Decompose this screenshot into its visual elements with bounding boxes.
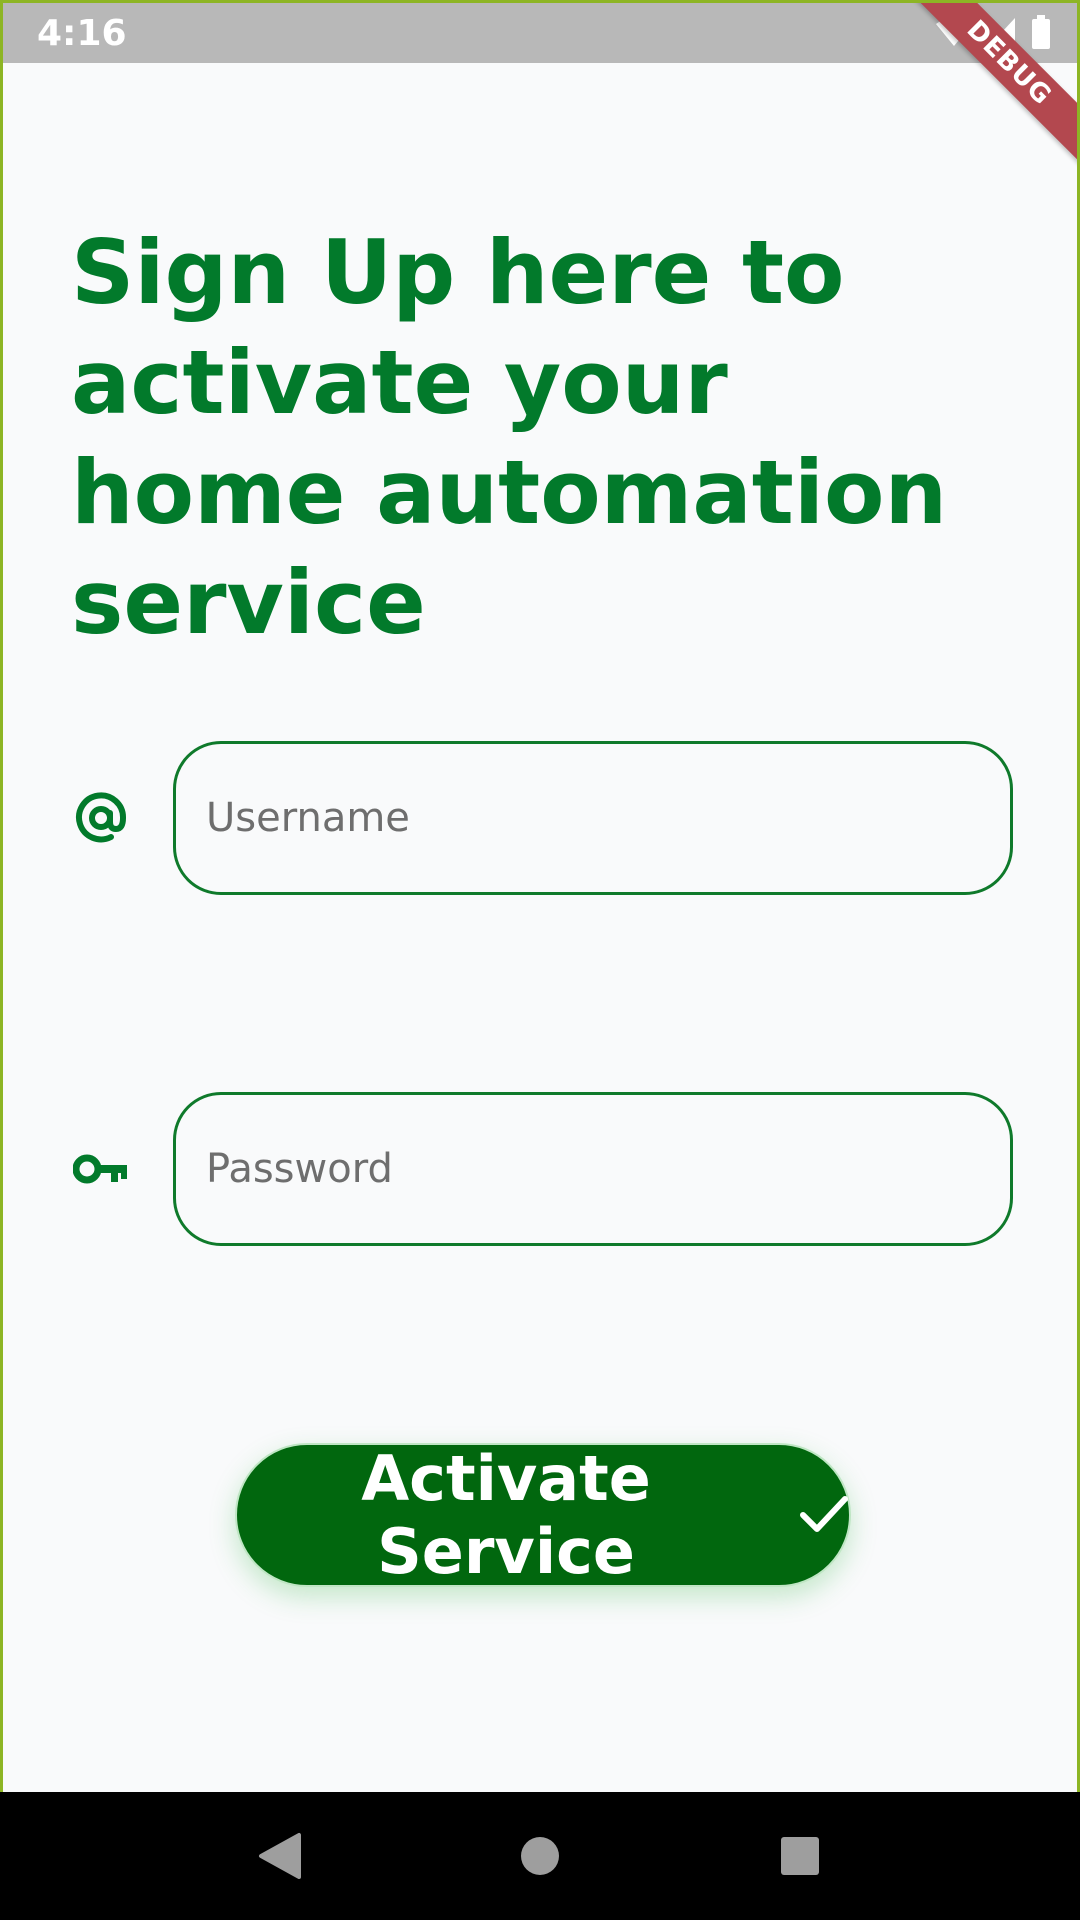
check-icon — [799, 1494, 849, 1537]
battery-icon — [1031, 15, 1051, 54]
app-screen: 4:16 DEBUG Sign Up here to activate your… — [0, 0, 1080, 1920]
activate-service-label: Activate Service — [361, 1442, 651, 1588]
home-icon[interactable] — [510, 1826, 570, 1886]
password-input[interactable] — [176, 1095, 1010, 1243]
username-row — [3, 741, 1077, 895]
at-sign-icon — [73, 790, 129, 846]
status-bar: 4:16 — [3, 3, 1077, 63]
username-input[interactable] — [176, 744, 1010, 892]
recents-icon[interactable] — [770, 1826, 830, 1886]
activate-service-button[interactable]: Activate Service — [235, 1442, 851, 1588]
back-icon[interactable] — [250, 1826, 310, 1886]
password-row — [3, 1092, 1077, 1246]
username-field-box — [173, 741, 1013, 895]
status-time: 4:16 — [37, 13, 127, 54]
page-title: Sign Up here to activate your home autom… — [71, 221, 948, 654]
navigation-bar — [0, 1792, 1080, 1920]
password-field-box — [173, 1092, 1013, 1246]
key-icon — [73, 1141, 129, 1197]
